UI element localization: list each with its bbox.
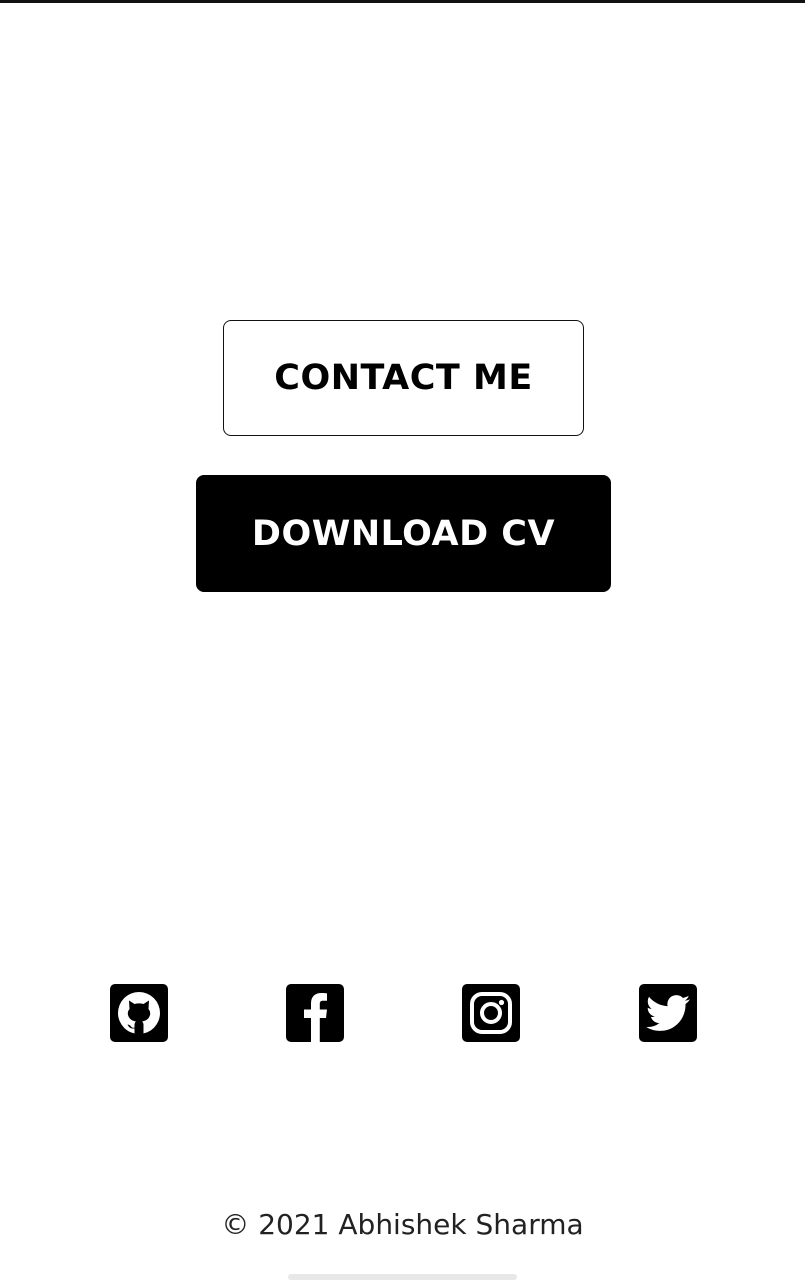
github-link[interactable]: [110, 984, 168, 1042]
copyright-text: © 2021 Abhishek Sharma: [221, 1208, 584, 1241]
download-cv-button[interactable]: DOWNLOAD CV: [196, 475, 611, 592]
contact-me-label: CONTACT ME: [274, 358, 533, 398]
twitter-link[interactable]: [639, 984, 697, 1042]
instagram-icon: [470, 992, 512, 1034]
facebook-link[interactable]: [286, 984, 344, 1042]
download-cv-label: DOWNLOAD CV: [251, 513, 556, 554]
top-border: [0, 0, 805, 3]
contact-me-button[interactable]: CONTACT ME: [223, 320, 584, 436]
facebook-icon: [304, 993, 327, 1042]
home-indicator: [288, 1274, 517, 1280]
github-icon: [118, 992, 160, 1035]
twitter-icon: [646, 995, 690, 1031]
instagram-link[interactable]: [462, 984, 520, 1042]
